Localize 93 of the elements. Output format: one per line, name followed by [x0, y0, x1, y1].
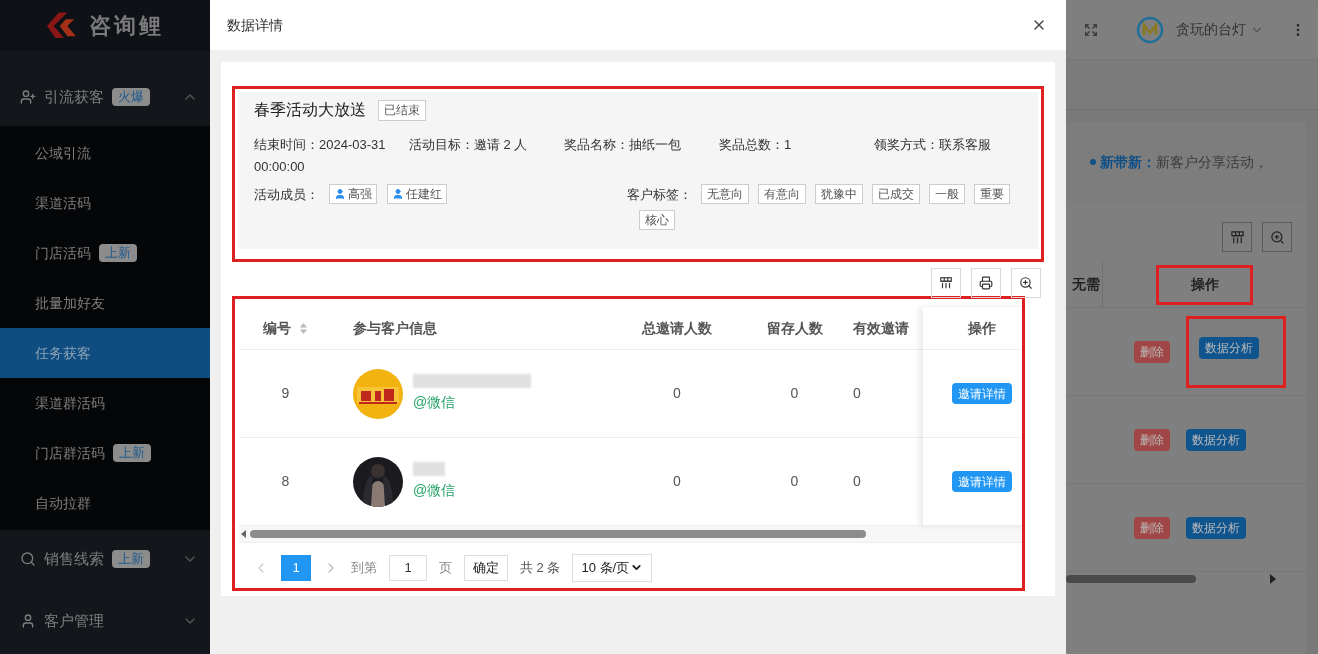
print-button[interactable] [971, 268, 1001, 298]
search-icon [1019, 276, 1033, 290]
person-icon [392, 188, 404, 200]
goto-label: 到第 [351, 558, 377, 577]
customer-tag: 已成交 [872, 184, 920, 204]
menu-badge: 上新 [99, 244, 137, 262]
column-header: 总邀请人数 [642, 318, 712, 338]
delete-button[interactable]: 删除 [1134, 516, 1170, 539]
search-icon [1269, 229, 1285, 245]
activity-field: 结束时间：2024-03-31 00:00:00 [254, 134, 409, 178]
menu-item[interactable]: 门店群活码 上新 [0, 428, 210, 478]
menu-item[interactable]: 公域引流 [0, 128, 210, 178]
column-header: 有效邀请 [853, 318, 909, 338]
channel-label: @微信 [413, 481, 456, 500]
table-cell-text: 0 [673, 384, 681, 403]
members-label: 活动成员： [254, 186, 319, 204]
customer-tag: 重要 [974, 184, 1010, 204]
menu-group-label: 销售线索 [44, 548, 104, 569]
menu-badge: 火爆 [112, 88, 150, 106]
table-cell-text: 0 [790, 472, 799, 491]
customer-tag: 核心 [639, 210, 675, 230]
search-button[interactable] [1262, 222, 1292, 252]
customer-tag: 犹豫中 [815, 184, 863, 204]
page-size-select[interactable]: 10 条/页 [572, 553, 653, 582]
confirm-button[interactable]: 确定 [464, 554, 508, 581]
member-tag: 任建红 [387, 184, 447, 204]
delete-button[interactable]: 删除 [1134, 428, 1170, 451]
notice-label: 新带新： [1100, 152, 1156, 172]
printer-icon [979, 276, 993, 290]
invite-details-button[interactable]: 邀请详情 [952, 383, 1012, 404]
activity-field: 领奖方式：联系客服 [874, 134, 1044, 178]
table-cell-text: 9 [281, 384, 290, 403]
page-button[interactable]: 1 [281, 554, 311, 581]
scrollbar-thumb[interactable] [1066, 575, 1196, 583]
menu-item[interactable]: 任务获客 [0, 328, 210, 378]
menu-badge: 上新 [113, 444, 151, 462]
activity-field: 奖品名称：抽纸一包 [564, 134, 719, 178]
columns-icon [939, 276, 953, 290]
menu-item[interactable]: 自动拉群 [0, 478, 210, 528]
delete-button[interactable]: 删除 [1134, 340, 1170, 363]
analyze-button[interactable]: 数据分析 [1199, 336, 1259, 359]
activity-name: 春季活动大放送 [254, 100, 366, 120]
column-header: 操作 [968, 318, 996, 338]
column-header: 操作 [1190, 275, 1219, 294]
invite-details-button[interactable]: 邀请详情 [952, 471, 1012, 492]
channel-label: @微信 [413, 393, 457, 412]
table-cell-text: 0 [790, 384, 799, 403]
analyze-button[interactable]: 数据分析 [1186, 516, 1246, 539]
search-icon [20, 551, 36, 567]
menu-item[interactable]: 门店活码 上新 [0, 228, 210, 278]
activity-field: 活动目标：邀请 2 人 [409, 134, 564, 178]
blurred-name [413, 462, 445, 476]
menu-group[interactable]: 销售线索 上新 [0, 530, 210, 588]
menu-group[interactable]: 客户管理 [0, 592, 210, 650]
column-header: 参与客户信息 [353, 318, 437, 338]
tags-label: 客户标签： [627, 186, 692, 204]
menu-group[interactable]: 引流获客 火爆 [0, 68, 210, 126]
menu-group-label: 引流获客 [44, 86, 104, 107]
customer-tag: 一般 [929, 184, 965, 204]
notice-text: 新客户分享活动， [1156, 152, 1268, 172]
menu-group-label: 客户管理 [44, 610, 104, 631]
table-cell-text: 0 [673, 472, 681, 491]
total-count: 共 2 条 [520, 558, 561, 577]
menu-item[interactable]: 渠道群活码 [0, 378, 210, 428]
table-cell-text: 8 [281, 472, 290, 491]
scroll-left-icon[interactable] [241, 530, 246, 538]
menu-item[interactable]: 批量加好友 [0, 278, 210, 328]
page-unit: 页 [439, 558, 452, 577]
columns-icon [1229, 229, 1245, 245]
column-header: 无需 [1071, 275, 1100, 294]
logo-text: 咨询鲤 [88, 12, 164, 40]
person-icon [334, 188, 346, 200]
user-icon [20, 613, 36, 629]
analyze-button[interactable]: 数据分析 [1186, 428, 1246, 451]
user-add-icon [20, 89, 36, 105]
avatar-icon [1136, 15, 1164, 44]
status-tag: 已结束 [378, 99, 426, 121]
activity-field: 奖品总数：1 [719, 134, 874, 178]
column-header: 留存人数 [766, 318, 823, 338]
dialog-title: 数据详情 [227, 15, 283, 35]
menu-item[interactable]: 渠道活码 [0, 178, 210, 228]
user-name[interactable]: 贪玩的台灯 [1176, 19, 1246, 40]
customer-tag: 有意向 [758, 184, 806, 204]
scrollbar-thumb[interactable] [250, 530, 866, 538]
scroll-right-icon[interactable] [1270, 574, 1276, 584]
table-cell-text: 0 [853, 472, 861, 491]
fullscreen-icon[interactable] [1084, 22, 1098, 37]
member-tag: 高强 [329, 184, 377, 204]
customer-tag: 无意向 [701, 184, 749, 204]
table-cell-text: 0 [853, 384, 861, 403]
page-input[interactable]: 1 [389, 554, 427, 581]
menu-badge: 上新 [112, 550, 150, 568]
column-header: 编号 [263, 318, 291, 338]
